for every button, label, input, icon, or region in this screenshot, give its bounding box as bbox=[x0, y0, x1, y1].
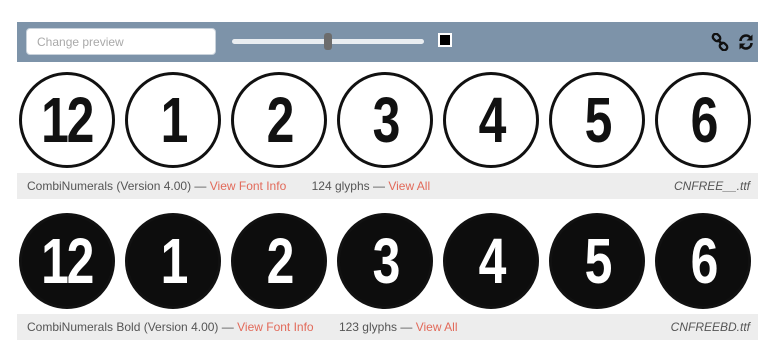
glyph-text: 12 bbox=[41, 225, 95, 297]
glyph-text: 3 bbox=[372, 84, 400, 156]
glyph-circle: 5 bbox=[549, 213, 645, 309]
glyph-text: 6 bbox=[690, 225, 718, 297]
glyph-circle: 3 bbox=[337, 213, 433, 309]
view-all-link[interactable]: View All bbox=[416, 320, 458, 334]
glyph-circle: 12 bbox=[19, 213, 115, 309]
glyph-text: 5 bbox=[584, 84, 612, 156]
glyph-preview-row: 12 1 2 3 4 5 6 bbox=[17, 67, 758, 173]
font-name: CombiNumerals Bold (Version 4.00) bbox=[27, 320, 219, 334]
font-size-slider-thumb[interactable] bbox=[324, 33, 332, 50]
glyph-circle: 5 bbox=[549, 72, 645, 168]
glyph-preview-row: 12 1 2 3 4 5 6 bbox=[17, 208, 758, 314]
glyph-text: 1 bbox=[160, 84, 188, 156]
glyph-count: 124 glyphs bbox=[311, 179, 370, 193]
glyph-circle: 6 bbox=[655, 72, 751, 168]
glyph-text: 6 bbox=[690, 84, 718, 156]
glyph-circle: 4 bbox=[443, 213, 539, 309]
font-name: CombiNumerals (Version 4.00) bbox=[27, 179, 192, 193]
glyph-circle: 1 bbox=[125, 72, 221, 168]
glyph-text: 1 bbox=[160, 225, 188, 297]
glyph-circle: 3 bbox=[337, 72, 433, 168]
link-icon[interactable] bbox=[710, 32, 730, 52]
separator: — bbox=[400, 320, 413, 334]
glyph-count: 123 glyphs bbox=[338, 320, 397, 334]
glyph-circle: 6 bbox=[655, 213, 751, 309]
glyph-circle: 4 bbox=[443, 72, 539, 168]
preview-text-input[interactable] bbox=[26, 28, 216, 55]
preview-toolbar bbox=[17, 22, 758, 62]
glyph-text: 2 bbox=[266, 225, 294, 297]
view-font-info-link[interactable]: View Font Info bbox=[237, 320, 314, 334]
font-card-bold: 12 1 2 3 4 5 6 CombiNumerals Bold (Versi… bbox=[17, 208, 758, 340]
font-info-bar: CombiNumerals Bold (Version 4.00) — View… bbox=[17, 314, 758, 340]
glyph-circle: 2 bbox=[231, 213, 327, 309]
separator: — bbox=[194, 179, 207, 193]
color-picker-swatch[interactable] bbox=[438, 33, 452, 47]
glyph-circle: 1 bbox=[125, 213, 221, 309]
font-info-bar: CombiNumerals (Version 4.00) — View Font… bbox=[17, 173, 758, 199]
glyph-text: 12 bbox=[41, 84, 95, 156]
separator: — bbox=[372, 179, 385, 193]
glyph-text: 5 bbox=[584, 225, 612, 297]
glyph-circle: 2 bbox=[231, 72, 327, 168]
font-card-regular: 12 1 2 3 4 5 6 CombiNumerals (Version 4.… bbox=[17, 67, 758, 199]
font-size-slider[interactable] bbox=[232, 33, 424, 50]
glyph-circle: 12 bbox=[19, 72, 115, 168]
font-filename: CNFREE__.ttf bbox=[673, 179, 750, 193]
separator: — bbox=[221, 320, 234, 334]
glyph-text: 2 bbox=[266, 84, 294, 156]
font-filename: CNFREEBD.ttf bbox=[670, 320, 750, 334]
glyph-text: 4 bbox=[478, 84, 506, 156]
glyph-text: 4 bbox=[478, 225, 506, 297]
view-all-link[interactable]: View All bbox=[388, 179, 430, 193]
glyph-text: 3 bbox=[372, 225, 400, 297]
view-font-info-link[interactable]: View Font Info bbox=[210, 179, 287, 193]
refresh-icon[interactable] bbox=[736, 32, 756, 52]
